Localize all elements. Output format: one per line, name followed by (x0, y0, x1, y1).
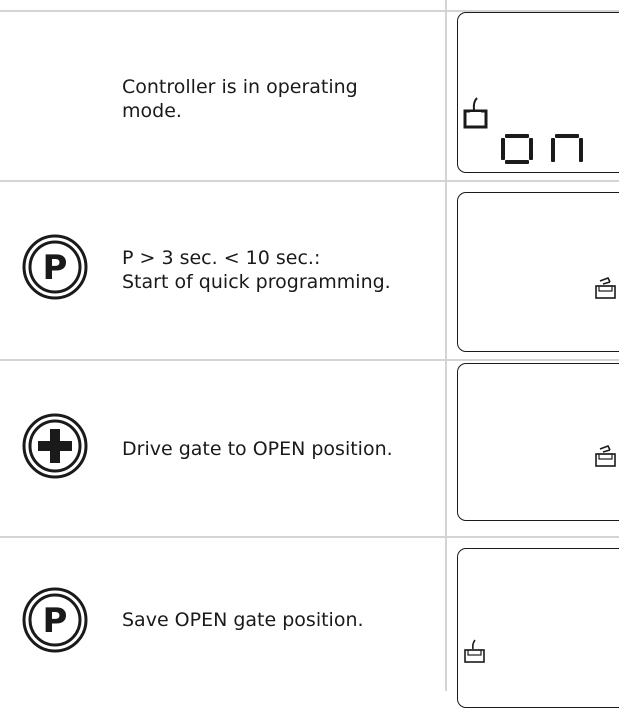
lcd-display (457, 548, 619, 708)
plus-button-icon (22, 413, 88, 479)
step-description: Save OPEN gate position. (122, 607, 427, 633)
svg-text:P: P (43, 248, 68, 288)
svg-text:P: P (43, 601, 68, 641)
step-description: Drive gate to OPEN position. (122, 436, 427, 462)
lcd-display (457, 192, 619, 352)
gate-open-icon (594, 275, 618, 301)
gate-closed-icon (463, 639, 487, 665)
table-row: Controller is in operating mode. (0, 12, 619, 180)
step-text-line: Start of quick programming. (122, 271, 391, 293)
step-text-line: Controller is in operating (122, 76, 358, 98)
lcd-display (457, 12, 619, 173)
gate-open-icon (594, 443, 618, 469)
lcd-display (457, 363, 619, 521)
step-text-line: mode. (122, 100, 182, 122)
step-description: P > 3 sec. < 10 sec.: Start of quick pro… (122, 245, 427, 295)
program-button-icon: P (22, 234, 88, 300)
step-text-line: Save OPEN gate position. (122, 609, 364, 631)
table-row: Drive gate to OPEN position. (0, 361, 619, 536)
table-row: P Save OPEN gate position. (0, 538, 619, 708)
step-text-line: P > 3 sec. < 10 sec.: (122, 247, 321, 269)
step-text-line: Drive gate to OPEN position. (122, 438, 393, 460)
gate-closed-icon (463, 97, 489, 131)
seven-segment-display (498, 129, 608, 169)
table-row: P P > 3 sec. < 10 sec.: Start of quick p… (0, 182, 619, 359)
step-description: Controller is in operating mode. (122, 74, 427, 124)
program-button-icon: P (22, 587, 88, 653)
